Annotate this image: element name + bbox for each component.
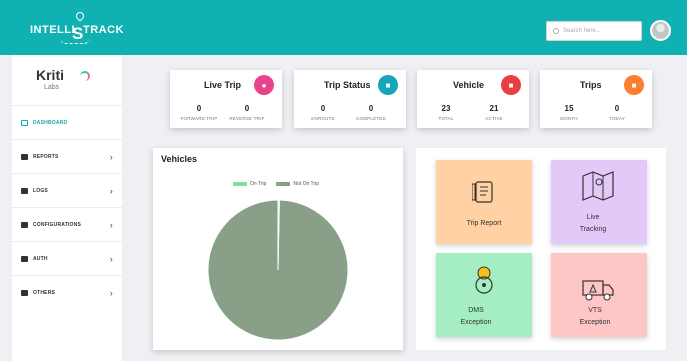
tile-label-line: DMS — [468, 307, 484, 314]
sidebar-item-configurations[interactable]: CONFIGURATIONS › — [12, 207, 122, 241]
truck-icon: ■ — [378, 75, 398, 95]
chevron-right-icon: › — [109, 151, 113, 162]
sidebar-item-logs[interactable]: LOGS › — [12, 173, 122, 207]
search-icon — [553, 28, 559, 34]
search-input[interactable]: Search here... — [563, 28, 601, 34]
stat-card-trip-status[interactable]: Trip Status ■ 0 ENROUTE 0 COMPLETED — [294, 70, 406, 128]
stat-card-vehicle[interactable]: Vehicle ■ 23 TOTAL 21 ACTIVE — [417, 70, 529, 128]
user-avatar[interactable] — [650, 20, 671, 41]
reports-icon — [21, 153, 28, 160]
route-path-icon — [60, 38, 90, 44]
sidebar-item-label: CONFIGURATIONS — [33, 221, 81, 228]
sidebar-item-dashboard[interactable]: DASHBOARD — [12, 105, 122, 139]
search-box[interactable]: Search here... — [546, 21, 642, 41]
tile-label-line: Tracking — [579, 226, 607, 233]
logo-text-right: TRACK — [83, 24, 124, 36]
sidebar-item-label: OTHERS — [33, 289, 56, 296]
sidebar-item-label: DASHBOARD — [33, 119, 68, 126]
tile-label-line: Exception — [460, 319, 492, 326]
configurations-icon — [21, 221, 28, 228]
live-tracking-tile[interactable]: Live Tracking — [551, 160, 647, 244]
stat-card-live-trip[interactable]: Live Trip ● 0 FORWARD TRIP 0 REVERSE TRIP — [170, 70, 282, 128]
tile-label: DMS Exception — [456, 305, 496, 329]
sidebar-item-reports[interactable]: REPORTS › — [12, 139, 122, 173]
stat-value: 0 — [244, 104, 250, 113]
stat-label: REVERSE TRIP — [229, 116, 265, 121]
vehicles-pie-chart — [207, 199, 349, 341]
sidebar-item-auth[interactable]: AUTH › — [12, 241, 122, 275]
sidebar: Kriti Labs DASHBOARD REPORTS › LOGS › CONFIGU… — [12, 55, 122, 361]
brand-logo: Kriti Labs — [36, 67, 96, 97]
top-bar: INTELLI S TRACK Search here... — [0, 0, 687, 55]
stat-value: 0 — [614, 104, 620, 113]
stat-value: 0 — [368, 104, 374, 113]
truck-alert-icon — [582, 280, 614, 301]
tile-label-line: Trip Report — [466, 220, 502, 227]
stat-label: FORWARD TRIP — [180, 116, 218, 121]
location-pin-icon — [74, 10, 86, 22]
stat-label: TODAY — [608, 116, 626, 121]
brand-mark-icon — [80, 71, 90, 81]
brand-sub: Labs — [44, 84, 60, 91]
stat-label: ACTIVE — [485, 116, 503, 121]
vts-exception-tile[interactable]: VTS Exception — [551, 253, 647, 337]
logo-text-left: INTELLI — [30, 24, 76, 36]
tile-label: Live Tracking — [573, 212, 613, 236]
dms-exception-tile[interactable]: DMS Exception — [436, 253, 532, 337]
tile-label-line: Exception — [579, 319, 611, 326]
stat-title: Trips — [580, 80, 602, 90]
stat-card-trips[interactable]: Trips ■ 15 MONTH 0 TODAY — [540, 70, 652, 128]
stat-label: COMPLETED — [356, 116, 386, 121]
stat-title: Trip Status — [324, 80, 371, 90]
trip-report-tile[interactable]: Trip Report — [436, 160, 532, 244]
stat-title: Live Trip — [204, 80, 242, 90]
chevron-right-icon: › — [109, 219, 113, 230]
pin-icon: ● — [254, 75, 274, 95]
stat-value: 15 — [564, 104, 574, 113]
logs-icon — [21, 187, 28, 194]
stat-label: MONTH — [560, 116, 578, 121]
stat-label: TOTAL — [438, 116, 454, 121]
stat-value: 21 — [489, 104, 499, 113]
dashboard-icon — [21, 119, 28, 126]
stat-title: Vehicle — [453, 80, 485, 90]
tile-label-line: VTS — [588, 307, 602, 314]
tile-label: Trip Report — [436, 218, 532, 230]
report-icon — [472, 181, 493, 203]
chevron-right-icon: › — [109, 253, 113, 264]
sidebar-item-label: AUTH — [33, 255, 48, 262]
tile-label-line: Live — [586, 214, 600, 221]
truck-icon: ■ — [501, 75, 521, 95]
map-icon — [582, 171, 614, 201]
sidebar-item-others[interactable]: OTHERS › — [12, 275, 122, 309]
stat-value: 0 — [196, 104, 202, 113]
driver-icon — [475, 266, 493, 294]
vehicles-card: Vehicles On Trip Not On Trip — [153, 148, 403, 350]
others-icon — [21, 289, 28, 296]
stat-value: 0 — [320, 104, 326, 113]
sidebar-item-label: REPORTS — [33, 153, 59, 160]
tile-label: VTS Exception — [575, 305, 615, 329]
stat-label: ENROUTE — [311, 116, 335, 121]
stat-value: 23 — [441, 104, 451, 113]
sidebar-item-label: LOGS — [33, 187, 48, 194]
bus-icon: ■ — [624, 75, 644, 95]
chevron-right-icon: › — [109, 287, 113, 298]
brand-name: Kriti — [36, 67, 64, 83]
auth-icon — [21, 255, 28, 262]
chevron-right-icon: › — [109, 185, 113, 196]
